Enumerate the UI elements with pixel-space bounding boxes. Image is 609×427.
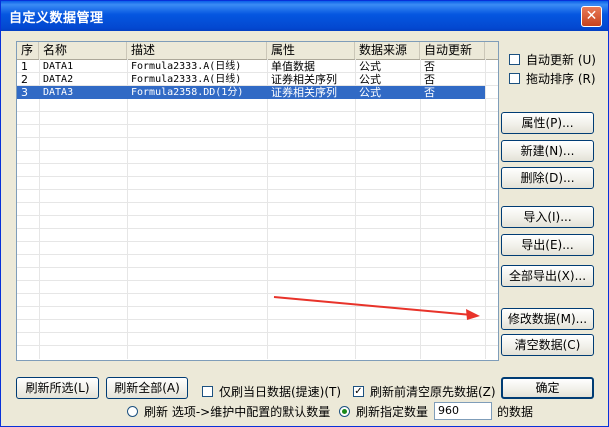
radio-circle: [127, 406, 138, 417]
table-row-selected[interactable]: 3 DATA3 Formula2358.DD(1分) 证券相关序列 公式 否: [17, 86, 485, 99]
table-row[interactable]: 1 DATA1 Formula2333.A(日线) 单值数据 公式 否: [17, 60, 498, 73]
export-button[interactable]: 导出(E)...: [501, 234, 594, 256]
clear-data-button[interactable]: 清空数据(C): [501, 334, 594, 356]
cell-index: 2: [21, 73, 28, 86]
checkbox-box: [509, 54, 520, 65]
cell-index: 3: [21, 86, 28, 99]
cell-desc: Formula2358.DD(1分): [131, 87, 244, 98]
cell-name: DATA1: [43, 61, 74, 72]
cell-name: DATA3: [43, 87, 74, 98]
checkbox-box-checked: ✓: [353, 386, 364, 397]
clear-before-checkbox[interactable]: ✓ 刷新前清空原先数据(Z): [353, 383, 496, 400]
checkbox-box: [509, 73, 520, 84]
cell-source: 公式: [359, 60, 381, 73]
radio-count-label: 刷新指定数量: [356, 405, 429, 419]
radio-default-label: 刷新 选项->维护中配置的默认数量: [144, 405, 331, 419]
close-icon: ✕: [585, 8, 598, 24]
dialog-window: 自定义数据管理 ✕ 序 名称 描述 属性 数据来源 自动更新 1 DATA1 F…: [0, 0, 609, 427]
cell-attr: 证券相关序列: [271, 73, 337, 86]
cell-desc: Formula2333.A(日线): [131, 74, 242, 85]
col-header-name[interactable]: 名称: [39, 42, 127, 59]
today-only-checkbox[interactable]: 仅刷当日数据(提速)(T): [202, 383, 341, 400]
modify-data-button[interactable]: 修改数据(M)...: [501, 308, 594, 330]
import-button[interactable]: 导入(I)...: [501, 206, 594, 228]
col-header-source[interactable]: 数据来源: [355, 42, 420, 59]
window-title: 自定义数据管理: [9, 11, 104, 26]
cell-source: 公式: [359, 73, 381, 86]
col-header-autoupdate[interactable]: 自动更新: [420, 42, 485, 59]
cell-index: 1: [21, 60, 28, 73]
cell-attr: 单值数据: [271, 60, 315, 73]
list-header: 序 名称 描述 属性 数据来源 自动更新: [17, 42, 498, 60]
arrow-shaft: [273, 296, 473, 316]
col-header-desc[interactable]: 描述: [127, 42, 267, 59]
table-row[interactable]: 2 DATA2 Formula2333.A(日线) 证券相关序列 公式 否: [17, 73, 498, 86]
cell-autoupdate: 否: [424, 73, 435, 86]
refresh-all-button[interactable]: 刷新全部(A): [106, 377, 188, 399]
new-button[interactable]: 新建(N)...: [501, 140, 594, 162]
count-suffix: 的数据: [497, 405, 534, 419]
col-header-attr[interactable]: 属性: [267, 42, 355, 59]
drag-sort-checkbox[interactable]: 拖动排序 (R): [509, 70, 596, 87]
title-bar[interactable]: 自定义数据管理 ✕: [1, 1, 608, 31]
auto-update-checkbox[interactable]: 自动更新 (U): [509, 51, 596, 68]
radio-specified-count[interactable]: 刷新指定数量: [339, 403, 428, 420]
checkbox-box: [202, 386, 213, 397]
cell-source: 公式: [359, 86, 381, 99]
ok-button[interactable]: 确定: [501, 377, 594, 399]
cell-name: DATA2: [43, 74, 74, 85]
cell-desc: Formula2333.A(日线): [131, 61, 242, 72]
cell-autoupdate: 否: [424, 86, 435, 99]
arrow-head-icon: [466, 309, 480, 320]
delete-button[interactable]: 删除(D)...: [501, 167, 594, 189]
radio-default-count[interactable]: 刷新 选项->维护中配置的默认数量: [127, 403, 330, 420]
count-input[interactable]: 960: [434, 402, 492, 420]
auto-update-label: 自动更新 (U): [526, 53, 596, 67]
cell-attr: 证券相关序列: [271, 86, 337, 99]
red-arrow-annotation: [273, 296, 480, 320]
col-header-index[interactable]: 序: [17, 42, 39, 59]
clear-before-label: 刷新前清空原先数据(Z): [370, 385, 496, 399]
close-button[interactable]: ✕: [581, 6, 602, 27]
export-all-button[interactable]: 全部导出(X)...: [501, 265, 594, 287]
drag-sort-label: 拖动排序 (R): [526, 72, 596, 86]
cell-autoupdate: 否: [424, 60, 435, 73]
refresh-selected-button[interactable]: 刷新所选(L): [16, 377, 99, 399]
today-only-label: 仅刷当日数据(提速)(T): [219, 385, 342, 399]
properties-button[interactable]: 属性(P)...: [501, 112, 594, 134]
radio-circle-selected: [339, 406, 350, 417]
